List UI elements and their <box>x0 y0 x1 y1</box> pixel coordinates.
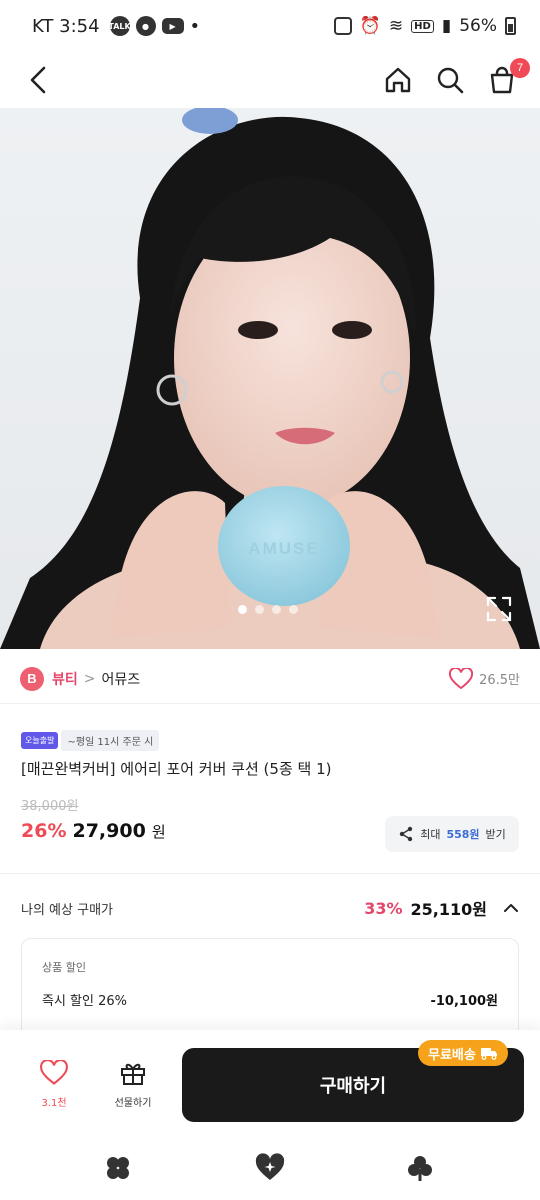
clover-icon[interactable] <box>406 1154 434 1182</box>
free-shipping-label: 무료배송 <box>428 1047 476 1063</box>
chevron-up-icon <box>504 904 518 912</box>
search-icon <box>437 67 464 94</box>
gift-button[interactable]: 선물하기 <box>100 1060 166 1109</box>
cart-count-badge: 7 <box>510 58 530 78</box>
category-badge: B <box>20 666 44 691</box>
discount-rate: 26% <box>21 820 67 842</box>
share-amount: 558원 <box>446 828 480 841</box>
wishlist-count: 3.1천 <box>41 1098 67 1109</box>
alarm-icon: ⏰ <box>359 16 381 36</box>
carousel-dot[interactable] <box>272 605 281 614</box>
expected-discount-rate: 33% <box>364 898 403 918</box>
instant-discount-label: 즉시 할인 26% <box>42 994 127 1009</box>
flower-icon[interactable] <box>104 1154 132 1182</box>
free-shipping-badge: 무료배송 <box>418 1040 508 1066</box>
bottom-nav <box>0 1136 540 1200</box>
expand-icon <box>486 596 512 622</box>
expand-image-button[interactable] <box>486 596 512 622</box>
cart-button[interactable]: 7 <box>482 58 530 100</box>
compact-brand-text: AMUSE <box>248 539 319 558</box>
expected-price-label: 나의 예상 구매가 <box>21 902 113 918</box>
talk-icon: TALK <box>108 16 131 36</box>
share-icon <box>400 826 413 842</box>
currency-unit: 원 <box>151 823 166 841</box>
wishlist-button[interactable]: 3.1천 <box>22 1059 86 1109</box>
share-suffix: 받기 <box>485 828 506 841</box>
status-right: ⏰ ≋ HD ▮ 56% <box>333 16 516 36</box>
gift-label: 선물하기 <box>114 1098 152 1109</box>
product-title: [매끈완벽커버] 에어리 포어 커버 쿠션 (5종 택 1) <box>21 760 332 778</box>
gift-icon <box>121 1063 145 1085</box>
product-hero-image[interactable]: AMUSE <box>0 108 540 649</box>
search-button[interactable] <box>430 60 470 100</box>
original-price: 38,000원 <box>21 799 79 814</box>
battery-percent: 56% <box>459 16 497 36</box>
youtube-icon: ▶ <box>161 18 184 34</box>
back-button[interactable] <box>18 60 58 100</box>
recycle-icon <box>333 17 352 35</box>
truck-icon <box>480 1048 497 1060</box>
status-bar: KT 3:54 TALK ● ▶ • ⏰ ≋ HD ▮ 56% <box>0 0 540 52</box>
carousel-dot[interactable] <box>289 605 298 614</box>
status-dot: • <box>189 15 201 37</box>
sparkle-heart-icon[interactable] <box>254 1152 286 1184</box>
breadcrumb-separator: > <box>83 670 96 687</box>
carousel-dot[interactable] <box>238 605 247 614</box>
expected-price-toggle[interactable]: 나의 예상 구매가 33% 25,110원 <box>21 893 519 923</box>
shipping-cutoff-badge: ~평일 11시 주문 시 <box>61 730 160 751</box>
discount-section-title: 상품 할인 <box>42 961 86 974</box>
delivery-badges: 오늘출발 ~평일 11시 주문 시 <box>21 730 160 751</box>
app-header: 7 <box>0 52 540 108</box>
expected-price: 25,110원 <box>410 900 487 919</box>
price-row: 26% 27,900 원 <box>21 820 166 842</box>
heart-icon <box>40 1059 68 1085</box>
home-button[interactable] <box>378 60 418 100</box>
hd-icon: HD <box>411 19 434 33</box>
instant-discount-value: -10,100원 <box>430 994 498 1009</box>
model-photo: AMUSE <box>0 108 540 649</box>
battery-icon <box>505 17 516 35</box>
home-icon <box>385 67 411 93</box>
brand-row: B 뷰티 > 어뮤즈 26.5만 <box>0 654 540 704</box>
wifi-icon: ≋ <box>388 16 404 36</box>
carrier-time: KT 3:54 <box>32 15 100 37</box>
expected-price-values: 33% 25,110원 <box>364 896 519 920</box>
brand-link[interactable]: 어뮤즈 <box>102 669 141 689</box>
carousel-indicator <box>238 605 298 614</box>
sale-price: 27,900 <box>72 820 146 842</box>
heart-icon <box>449 667 474 689</box>
brand-like-count: 26.5만 <box>479 673 520 688</box>
back-icon <box>30 66 46 94</box>
category-link[interactable]: 뷰티 <box>52 669 78 689</box>
today-shipping-badge: 오늘출발 <box>21 732 59 749</box>
share-reward-button[interactable]: 최대 558원 받기 <box>385 816 519 852</box>
brand-like-button[interactable]: 26.5만 <box>449 667 520 690</box>
carousel-dot[interactable] <box>255 605 264 614</box>
status-left: KT 3:54 TALK ● ▶ • <box>32 16 200 37</box>
section-divider <box>0 873 540 874</box>
signal-icon: ▮ <box>441 16 452 36</box>
share-prefix: 최대 <box>420 828 441 841</box>
chat-icon: ● <box>135 16 156 36</box>
